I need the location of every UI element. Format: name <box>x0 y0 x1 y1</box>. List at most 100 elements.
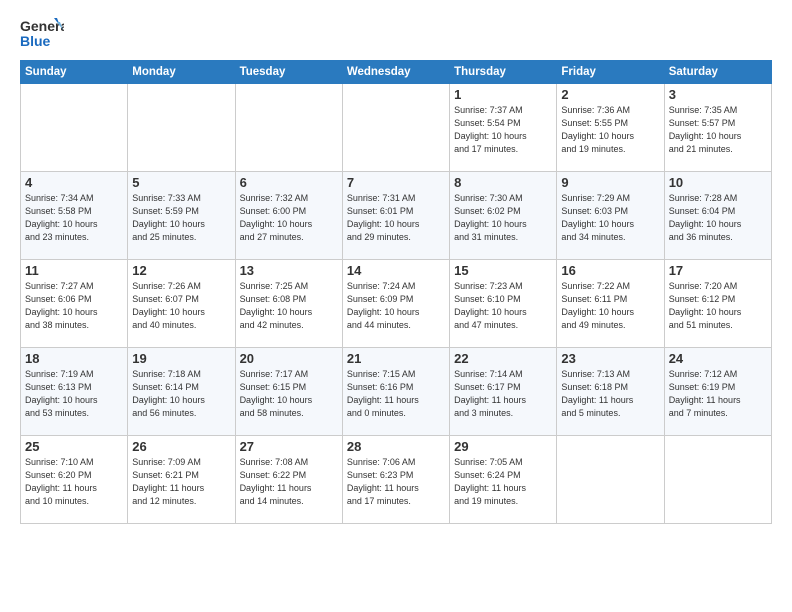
day-info: Sunrise: 7:15 AM Sunset: 6:16 PM Dayligh… <box>347 368 445 420</box>
calendar-cell: 15 Sunrise: 7:23 AM Sunset: 6:10 PM Dayli… <box>450 260 557 348</box>
calendar-cell <box>342 84 449 172</box>
day-number: 11 <box>25 263 123 278</box>
calendar-cell: 16 Sunrise: 7:22 AM Sunset: 6:11 PM Dayli… <box>557 260 664 348</box>
calendar-cell: 27 Sunrise: 7:08 AM Sunset: 6:22 PM Dayli… <box>235 436 342 524</box>
calendar-cell: 7 Sunrise: 7:31 AM Sunset: 6:01 PM Daylig… <box>342 172 449 260</box>
day-number: 28 <box>347 439 445 454</box>
calendar-cell: 9 Sunrise: 7:29 AM Sunset: 6:03 PM Daylig… <box>557 172 664 260</box>
day-info: Sunrise: 7:12 AM Sunset: 6:19 PM Dayligh… <box>669 368 767 420</box>
logo-svg: General Blue <box>20 16 64 52</box>
calendar-cell: 24 Sunrise: 7:12 AM Sunset: 6:19 PM Dayli… <box>664 348 771 436</box>
calendar-cell: 21 Sunrise: 7:15 AM Sunset: 6:16 PM Dayli… <box>342 348 449 436</box>
day-info: Sunrise: 7:26 AM Sunset: 6:07 PM Dayligh… <box>132 280 230 332</box>
day-info: Sunrise: 7:19 AM Sunset: 6:13 PM Dayligh… <box>25 368 123 420</box>
weekday-header: Thursday <box>450 61 557 84</box>
svg-text:Blue: Blue <box>20 33 51 49</box>
calendar-week-row: 4 Sunrise: 7:34 AM Sunset: 5:58 PM Daylig… <box>21 172 772 260</box>
day-info: Sunrise: 7:23 AM Sunset: 6:10 PM Dayligh… <box>454 280 552 332</box>
calendar-cell: 10Sunrise: 7:28 AM Sunset: 6:04 PM Dayli… <box>664 172 771 260</box>
calendar-week-row: 18Sunrise: 7:19 AM Sunset: 6:13 PM Dayli… <box>21 348 772 436</box>
calendar-cell: 4 Sunrise: 7:34 AM Sunset: 5:58 PM Daylig… <box>21 172 128 260</box>
calendar-cell: 23 Sunrise: 7:13 AM Sunset: 6:18 PM Dayli… <box>557 348 664 436</box>
day-info: Sunrise: 7:20 AM Sunset: 6:12 PM Dayligh… <box>669 280 767 332</box>
day-number: 21 <box>347 351 445 366</box>
weekday-header: Saturday <box>664 61 771 84</box>
day-number: 2 <box>561 87 659 102</box>
day-info: Sunrise: 7:27 AM Sunset: 6:06 PM Dayligh… <box>25 280 123 332</box>
calendar-week-row: 11 Sunrise: 7:27 AM Sunset: 6:06 PM Dayli… <box>21 260 772 348</box>
calendar-cell: 8 Sunrise: 7:30 AM Sunset: 6:02 PM Daylig… <box>450 172 557 260</box>
weekday-header: Tuesday <box>235 61 342 84</box>
day-info: Sunrise: 7:31 AM Sunset: 6:01 PM Dayligh… <box>347 192 445 244</box>
calendar-cell: 3 Sunrise: 7:35 AM Sunset: 5:57 PM Daylig… <box>664 84 771 172</box>
day-info: Sunrise: 7:05 AM Sunset: 6:24 PM Dayligh… <box>454 456 552 508</box>
calendar-cell: 5Sunrise: 7:33 AM Sunset: 5:59 PM Daylig… <box>128 172 235 260</box>
day-info: Sunrise: 7:25 AM Sunset: 6:08 PM Dayligh… <box>240 280 338 332</box>
day-info: Sunrise: 7:10 AM Sunset: 6:20 PM Dayligh… <box>25 456 123 508</box>
calendar-cell: 29 Sunrise: 7:05 AM Sunset: 6:24 PM Dayli… <box>450 436 557 524</box>
page: General Blue SundayMondayTuesdayWednesda… <box>0 0 792 612</box>
day-number: 7 <box>347 175 445 190</box>
day-number: 19 <box>132 351 230 366</box>
day-number: 26 <box>132 439 230 454</box>
calendar-cell: 19Sunrise: 7:18 AM Sunset: 6:14 PM Dayli… <box>128 348 235 436</box>
day-number: 27 <box>240 439 338 454</box>
day-info: Sunrise: 7:08 AM Sunset: 6:22 PM Dayligh… <box>240 456 338 508</box>
day-number: 3 <box>669 87 767 102</box>
day-number: 29 <box>454 439 552 454</box>
calendar-cell: 28 Sunrise: 7:06 AM Sunset: 6:23 PM Dayli… <box>342 436 449 524</box>
day-info: Sunrise: 7:32 AM Sunset: 6:00 PM Dayligh… <box>240 192 338 244</box>
day-number: 13 <box>240 263 338 278</box>
day-info: Sunrise: 7:36 AM Sunset: 5:55 PM Dayligh… <box>561 104 659 156</box>
day-info: Sunrise: 7:35 AM Sunset: 5:57 PM Dayligh… <box>669 104 767 156</box>
day-number: 25 <box>25 439 123 454</box>
calendar-cell <box>235 84 342 172</box>
day-info: Sunrise: 7:29 AM Sunset: 6:03 PM Dayligh… <box>561 192 659 244</box>
calendar-table: SundayMondayTuesdayWednesdayThursdayFrid… <box>20 60 772 524</box>
calendar-cell: 22 Sunrise: 7:14 AM Sunset: 6:17 PM Dayli… <box>450 348 557 436</box>
calendar-cell: 13 Sunrise: 7:25 AM Sunset: 6:08 PM Dayli… <box>235 260 342 348</box>
weekday-header: Friday <box>557 61 664 84</box>
header: General Blue <box>20 16 772 52</box>
day-number: 4 <box>25 175 123 190</box>
weekday-header: Monday <box>128 61 235 84</box>
calendar-cell <box>128 84 235 172</box>
weekday-header: Sunday <box>21 61 128 84</box>
day-info: Sunrise: 7:22 AM Sunset: 6:11 PM Dayligh… <box>561 280 659 332</box>
day-info: Sunrise: 7:09 AM Sunset: 6:21 PM Dayligh… <box>132 456 230 508</box>
day-info: Sunrise: 7:17 AM Sunset: 6:15 PM Dayligh… <box>240 368 338 420</box>
calendar-cell: 18Sunrise: 7:19 AM Sunset: 6:13 PM Dayli… <box>21 348 128 436</box>
calendar-cell: 11 Sunrise: 7:27 AM Sunset: 6:06 PM Dayli… <box>21 260 128 348</box>
day-number: 6 <box>240 175 338 190</box>
day-info: Sunrise: 7:30 AM Sunset: 6:02 PM Dayligh… <box>454 192 552 244</box>
calendar-cell: 2 Sunrise: 7:36 AM Sunset: 5:55 PM Daylig… <box>557 84 664 172</box>
day-info: Sunrise: 7:24 AM Sunset: 6:09 PM Dayligh… <box>347 280 445 332</box>
day-number: 9 <box>561 175 659 190</box>
day-number: 23 <box>561 351 659 366</box>
day-number: 8 <box>454 175 552 190</box>
day-number: 16 <box>561 263 659 278</box>
calendar-cell: 12Sunrise: 7:26 AM Sunset: 6:07 PM Dayli… <box>128 260 235 348</box>
calendar-cell <box>664 436 771 524</box>
calendar-cell: 1Sunrise: 7:37 AM Sunset: 5:54 PM Daylig… <box>450 84 557 172</box>
day-info: Sunrise: 7:14 AM Sunset: 6:17 PM Dayligh… <box>454 368 552 420</box>
day-info: Sunrise: 7:34 AM Sunset: 5:58 PM Dayligh… <box>25 192 123 244</box>
day-info: Sunrise: 7:06 AM Sunset: 6:23 PM Dayligh… <box>347 456 445 508</box>
day-number: 15 <box>454 263 552 278</box>
calendar-week-row: 25 Sunrise: 7:10 AM Sunset: 6:20 PM Dayli… <box>21 436 772 524</box>
day-number: 14 <box>347 263 445 278</box>
calendar-cell: 17 Sunrise: 7:20 AM Sunset: 6:12 PM Dayli… <box>664 260 771 348</box>
day-info: Sunrise: 7:13 AM Sunset: 6:18 PM Dayligh… <box>561 368 659 420</box>
weekday-header: Wednesday <box>342 61 449 84</box>
day-info: Sunrise: 7:37 AM Sunset: 5:54 PM Dayligh… <box>454 104 552 156</box>
day-number: 5 <box>132 175 230 190</box>
day-number: 22 <box>454 351 552 366</box>
calendar-cell: 14 Sunrise: 7:24 AM Sunset: 6:09 PM Dayli… <box>342 260 449 348</box>
calendar-cell <box>557 436 664 524</box>
day-number: 20 <box>240 351 338 366</box>
day-number: 24 <box>669 351 767 366</box>
calendar-cell <box>21 84 128 172</box>
day-number: 10 <box>669 175 767 190</box>
day-number: 17 <box>669 263 767 278</box>
calendar-cell: 26 Sunrise: 7:09 AM Sunset: 6:21 PM Dayli… <box>128 436 235 524</box>
